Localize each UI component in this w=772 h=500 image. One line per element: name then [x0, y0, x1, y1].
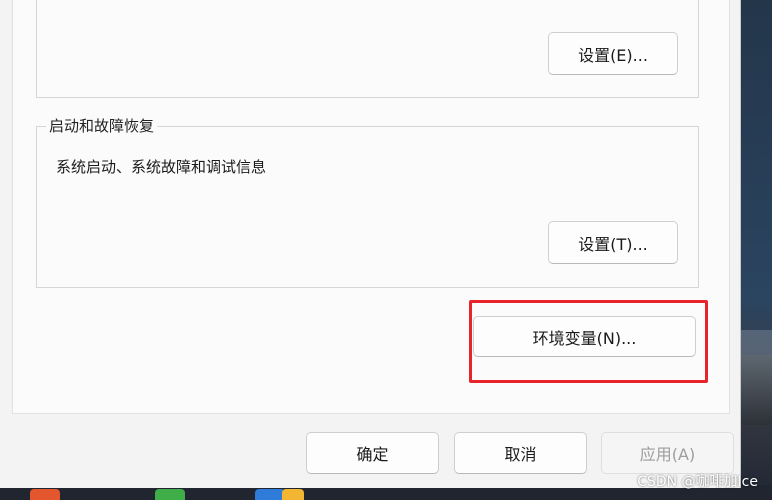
- startup-recovery-description: 系统启动、系统故障和调试信息: [56, 158, 267, 176]
- system-properties-dialog: 设置(E)... 启动和故障恢复 系统启动、系统故障和调试信息 设置(T)...…: [0, 0, 741, 488]
- highlight-annotation-box: [469, 300, 708, 383]
- desktop-wallpaper: [740, 0, 772, 500]
- taskbar-app-icon[interactable]: [255, 489, 285, 500]
- wallpaper-mountain: [740, 355, 772, 425]
- ok-button[interactable]: 确定: [306, 432, 439, 474]
- watermark-text: CSDN @咖啡加Ice: [637, 474, 758, 490]
- taskbar-app-icon[interactable]: [155, 489, 185, 500]
- cancel-button[interactable]: 取消: [454, 432, 587, 474]
- taskbar-app-icon[interactable]: [30, 489, 60, 500]
- startup-recovery-title: 启动和故障恢复: [46, 117, 158, 135]
- apply-button[interactable]: 应用(A): [601, 432, 734, 474]
- taskbar-app-icon[interactable]: [282, 489, 304, 500]
- user-profiles-settings-button[interactable]: 设置(E)...: [548, 32, 678, 75]
- startup-recovery-settings-button[interactable]: 设置(T)...: [548, 221, 678, 264]
